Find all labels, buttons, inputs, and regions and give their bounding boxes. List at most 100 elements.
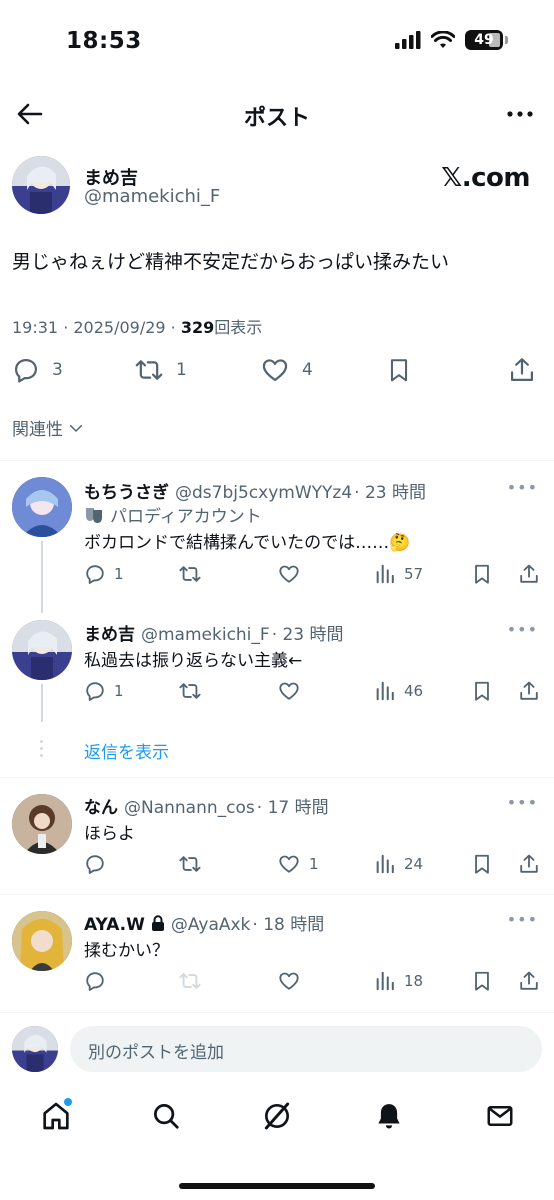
author-avatar[interactable] <box>12 156 70 214</box>
like-icon <box>279 972 299 990</box>
views-icon <box>376 564 394 584</box>
like-button[interactable]: 4 <box>260 356 313 384</box>
mask-icon <box>86 507 102 523</box>
tab-search[interactable] <box>148 1098 184 1134</box>
reply-like-button[interactable] <box>277 970 301 992</box>
reply-author-name[interactable]: なん <box>84 793 118 818</box>
reply-author-name[interactable]: もちうさぎ <box>84 478 169 503</box>
lock-icon <box>151 914 164 931</box>
post-text: 男じゃねぇけど精神不安定だからおっぱい揉みたい <box>12 251 450 273</box>
reply-share-button[interactable] <box>518 970 540 992</box>
reply-bookmark-button[interactable] <box>471 680 493 702</box>
battery-tip <box>505 36 508 44</box>
reply-share-button[interactable] <box>518 853 540 875</box>
reply-like-button[interactable] <box>277 680 301 702</box>
reply-bookmark-button[interactable] <box>471 970 493 992</box>
tab-grok[interactable] <box>259 1098 295 1134</box>
reply-icon <box>86 565 104 584</box>
reply-avatar[interactable] <box>12 620 72 680</box>
share-icon <box>520 854 538 873</box>
reply-author-handle[interactable]: @Nannann_cos <box>124 798 255 818</box>
reply-repost-button[interactable] <box>178 853 202 875</box>
parody-badge: パロディアカウント <box>84 502 262 527</box>
like-icon <box>279 682 299 700</box>
author-handle[interactable]: @mamekichi_F <box>84 186 220 207</box>
share-icon <box>520 681 538 700</box>
bookmark-button[interactable] <box>386 356 412 384</box>
bookmark-icon <box>475 854 489 874</box>
reply-author-name[interactable]: まめ吉 <box>84 620 135 645</box>
reply-time: · 18 時間 <box>252 915 325 935</box>
repost-icon <box>179 566 201 582</box>
reply-icon <box>86 682 104 701</box>
status-icons: 49 <box>395 30 508 50</box>
reply-more-button[interactable]: ••• <box>507 478 538 497</box>
sort-dropdown[interactable]: 関連性 <box>12 415 85 440</box>
tab-messages[interactable] <box>482 1098 518 1134</box>
reply-button[interactable]: 3 <box>12 356 63 384</box>
reply-count: 3 <box>52 360 63 380</box>
more-icon: ••• <box>506 793 538 812</box>
reply-bookmark-button[interactable] <box>471 563 493 585</box>
status-time: 18:53 <box>66 28 142 54</box>
reply-more-button[interactable]: ••• <box>507 620 538 639</box>
reply-reply-button[interactable] <box>84 853 106 875</box>
battery-indicator: 49 <box>465 30 503 50</box>
reply-reply-button[interactable]: 1 <box>84 680 124 702</box>
chevron-down-icon <box>70 424 82 432</box>
x-com-brand: 𝕏.com <box>441 163 530 193</box>
search-icon <box>154 1104 179 1129</box>
reply-header: まめ吉 @mamekichi_F · 23 時間 <box>84 620 344 645</box>
views-icon <box>376 854 394 874</box>
reply-icon <box>14 358 38 383</box>
reply-author-handle[interactable]: @mamekichi_F <box>141 625 270 645</box>
reply-reply-button[interactable] <box>84 970 106 992</box>
reply-more-button[interactable]: ••• <box>507 910 538 929</box>
reply-reply-button[interactable]: 1 <box>84 563 124 585</box>
reply-views-button[interactable]: 18 <box>374 970 423 992</box>
reply-like-button[interactable] <box>277 563 301 585</box>
reply-author-name[interactable]: AYA.W <box>84 915 145 935</box>
tab-home[interactable] <box>38 1098 74 1134</box>
reply-views-button[interactable]: 24 <box>374 853 423 875</box>
back-button[interactable] <box>14 98 46 130</box>
reply-avatar[interactable] <box>12 794 72 854</box>
reply-more-button[interactable]: ••• <box>507 793 538 812</box>
reply-avatar[interactable] <box>12 911 72 971</box>
mail-icon <box>487 1106 513 1126</box>
like-icon <box>262 359 288 382</box>
repost-icon <box>179 683 201 699</box>
reply-views-button[interactable]: 46 <box>374 680 423 702</box>
reply-share-button[interactable] <box>518 563 540 585</box>
reply-share-button[interactable] <box>518 680 540 702</box>
repost-disabled-icon <box>179 973 201 989</box>
reply-views-button[interactable]: 57 <box>374 563 423 585</box>
compose-avatar[interactable] <box>12 1026 58 1072</box>
divider <box>0 894 554 895</box>
parody-label: パロディアカウント <box>110 507 262 527</box>
like-icon <box>279 855 299 873</box>
reply-header: もちうさぎ @ds7bj5cxymWYYz4 · 23 時間 <box>84 478 426 503</box>
repost-icon <box>135 360 163 380</box>
reply-avatar[interactable] <box>12 477 72 537</box>
repost-count: 1 <box>176 360 187 380</box>
reply-repost-button[interactable] <box>178 563 202 585</box>
sort-label: 関連性 <box>12 420 63 440</box>
post-views-label: 回表示 <box>214 318 263 337</box>
reply-author-handle[interactable]: @ds7bj5cxymWYYz4 <box>175 483 352 503</box>
reply-like-button[interactable]: 1 <box>277 853 319 875</box>
tab-notifications[interactable] <box>371 1098 407 1134</box>
divider <box>0 460 554 461</box>
reply-repost-button[interactable] <box>178 680 202 702</box>
reply-time: · 23 時間 <box>271 625 344 645</box>
show-replies-link[interactable]: 返信を表示 <box>84 738 169 763</box>
reply-bookmark-button[interactable] <box>471 853 493 875</box>
reply-author-handle[interactable]: @AyaAxk <box>171 915 251 935</box>
views-icon <box>376 971 394 991</box>
repost-button[interactable]: 1 <box>134 356 187 384</box>
reply-count: 1 <box>114 682 124 700</box>
more-button[interactable] <box>504 100 536 128</box>
share-button[interactable] <box>508 356 536 384</box>
compose-input[interactable]: 別のポストを追加 <box>70 1026 542 1072</box>
reply-icon <box>86 855 104 874</box>
